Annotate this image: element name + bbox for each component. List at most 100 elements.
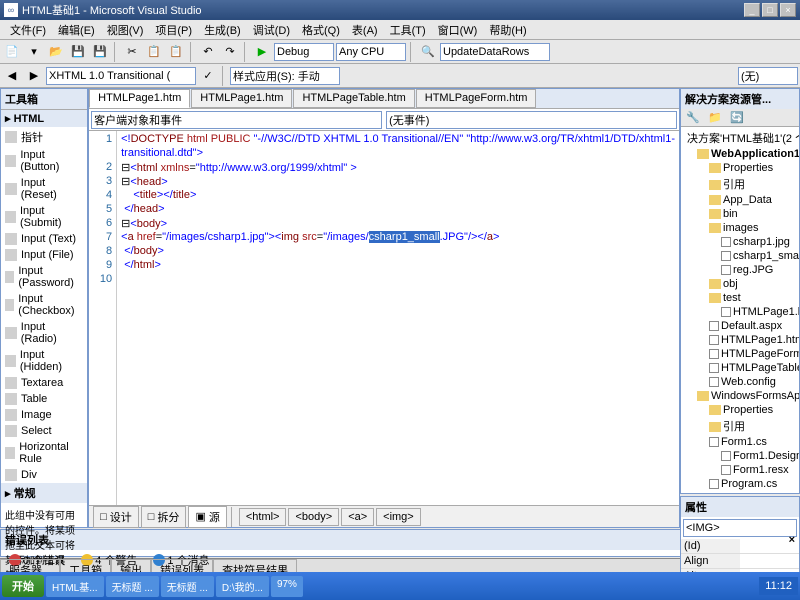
tree-node[interactable]: csharp1.jpg (683, 235, 797, 249)
platform-combo[interactable]: Any CPU (336, 43, 406, 61)
toolbox-item[interactable]: Input (Button) (1, 147, 87, 175)
code-text[interactable]: <!DOCTYPE html PUBLIC "-//W3C//DTD XHTML… (117, 131, 679, 505)
tree-node[interactable]: bin (683, 207, 797, 221)
redo-icon[interactable]: ↷ (220, 42, 240, 62)
tree-node[interactable]: HTMLPage1.htm (683, 305, 797, 319)
show-all-icon[interactable]: 📁 (705, 108, 725, 128)
toolbox-item[interactable]: Textarea (1, 375, 87, 391)
object-combo[interactable]: 客户端对象和事件 (91, 111, 382, 129)
cut-icon[interactable]: ✂ (122, 42, 142, 62)
tree-node[interactable]: App_Data (683, 193, 797, 207)
tree-node[interactable]: Web.config (683, 375, 797, 389)
toolbox-item[interactable]: Horizontal Rule (1, 439, 87, 467)
breadcrumb-tag[interactable]: <html> (239, 508, 287, 526)
save-all-icon[interactable]: 💾 (90, 42, 110, 62)
breadcrumb-tag[interactable]: <img> (376, 508, 421, 526)
toolbox-group[interactable]: ▸ HTML (1, 110, 87, 127)
document-tab[interactable]: HTMLPageTable.htm (293, 89, 414, 108)
document-tab[interactable]: HTMLPage1.htm (191, 89, 292, 108)
property-row[interactable]: Align (681, 554, 799, 569)
menu-item[interactable]: 视图(V) (101, 20, 150, 40)
nav-fwd-icon[interactable]: ▶ (24, 66, 44, 86)
toolbox-item[interactable]: Input (Radio) (1, 319, 87, 347)
tree-node[interactable]: WebApplication1 (683, 147, 797, 161)
start-button[interactable]: 开始 (2, 575, 44, 597)
menu-item[interactable]: 编辑(E) (52, 20, 101, 40)
breadcrumb-tag[interactable]: <a> (341, 508, 374, 526)
solution-root[interactable]: 决方案'HTML基础1'(2 个项目) (683, 129, 797, 147)
menu-item[interactable]: 帮助(H) (483, 20, 532, 40)
new-project-icon[interactable]: 📄 (2, 42, 22, 62)
taskbar-task[interactable]: D:\我的... (216, 576, 269, 597)
tree-node[interactable]: HTMLPageTable.htm (683, 361, 797, 375)
toolbox-item[interactable]: Image (1, 407, 87, 423)
toolbox-item[interactable]: Select (1, 423, 87, 439)
tree-node[interactable]: Properties (683, 161, 797, 175)
copy-icon[interactable]: 📋 (144, 42, 164, 62)
taskbar-task[interactable]: 无标题 ... (106, 576, 159, 597)
menu-item[interactable]: 调试(D) (247, 20, 296, 40)
save-icon[interactable]: 💾 (68, 42, 88, 62)
solution-tree[interactable]: 决方案'HTML基础1'(2 个项目) WebApplication1Prope… (681, 127, 799, 493)
menu-item[interactable]: 文件(F) (4, 20, 52, 40)
document-tab[interactable]: HTMLPageForm.htm (416, 89, 537, 108)
tree-node[interactable]: HTMLPageForm.htm (683, 347, 797, 361)
tree-node[interactable]: csharp1_small.JPG (683, 249, 797, 263)
tree-node[interactable]: 引用 (683, 175, 797, 193)
toolbox-item[interactable]: Input (Checkbox) (1, 291, 87, 319)
menu-item[interactable]: 窗口(W) (432, 20, 484, 40)
find-icon[interactable]: 🔍 (418, 42, 438, 62)
breadcrumb-tag[interactable]: <body> (288, 508, 339, 526)
toolbox-item[interactable]: Div (1, 467, 87, 483)
close-pane-icon[interactable]: × (789, 534, 795, 546)
tree-node[interactable]: WindowsFormsApplication1 (683, 389, 797, 403)
tree-node[interactable]: reg.JPG (683, 263, 797, 277)
config-combo[interactable]: Debug (274, 43, 334, 61)
validate-icon[interactable]: ✓ (198, 66, 218, 86)
menu-item[interactable]: 生成(B) (198, 20, 247, 40)
maximize-button[interactable]: □ (762, 3, 778, 17)
tree-node[interactable]: HTMLPage1.htm (683, 333, 797, 347)
tree-node[interactable]: images (683, 221, 797, 235)
tree-node[interactable]: obj (683, 277, 797, 291)
open-icon[interactable]: 📂 (46, 42, 66, 62)
toolbox-group[interactable]: ▸ 常规 (1, 483, 87, 503)
tree-node[interactable]: Program.cs (683, 477, 797, 491)
toolbox-item[interactable]: Input (Reset) (1, 175, 87, 203)
paste-icon[interactable]: 📋 (166, 42, 186, 62)
toolbox-item[interactable]: Input (File) (1, 247, 87, 263)
properties-object-combo[interactable]: <IMG> (683, 519, 797, 537)
toolbox-item[interactable]: Input (Text) (1, 231, 87, 247)
tree-node[interactable]: Default.aspx (683, 319, 797, 333)
menu-item[interactable]: 表(A) (346, 20, 384, 40)
start-debug-icon[interactable]: ▶ (252, 42, 272, 62)
split-tab[interactable]: □ 拆分 (141, 506, 187, 528)
minimize-button[interactable]: _ (744, 3, 760, 17)
taskbar-task[interactable]: 97% (271, 576, 303, 597)
menu-item[interactable]: 工具(T) (384, 20, 432, 40)
event-combo[interactable]: (无事件) (386, 111, 677, 129)
add-item-icon[interactable]: ▾ (24, 42, 44, 62)
close-button[interactable]: × (780, 3, 796, 17)
menu-item[interactable]: 格式(Q) (296, 20, 346, 40)
menu-item[interactable]: 项目(P) (149, 20, 198, 40)
font-combo[interactable]: (无) (738, 67, 798, 85)
document-tab[interactable]: HTMLPage1.htm (89, 89, 190, 108)
toolbox-item[interactable]: Input (Hidden) (1, 347, 87, 375)
tree-node[interactable]: Properties (683, 403, 797, 417)
property-row[interactable]: (Id) (681, 539, 799, 554)
tree-node[interactable]: Form1.cs (683, 435, 797, 449)
refresh-icon[interactable]: 🔄 (727, 108, 747, 128)
tree-node[interactable]: 引用 (683, 417, 797, 435)
tree-node[interactable]: Form1.Designer.cs (683, 449, 797, 463)
tree-node[interactable]: Form1.resx (683, 463, 797, 477)
tree-node[interactable]: test (683, 291, 797, 305)
undo-icon[interactable]: ↶ (198, 42, 218, 62)
run-target-combo[interactable]: UpdateDataRows (440, 43, 550, 61)
properties-icon[interactable]: 🔧 (683, 108, 703, 128)
source-tab[interactable]: ▣ 源 (188, 506, 226, 528)
style-app-combo[interactable]: 样式应用(S): 手动 (230, 67, 340, 85)
taskbar-task[interactable]: HTML基... (46, 576, 104, 597)
system-tray[interactable]: 11:12 (759, 577, 798, 595)
toolbox-item[interactable]: 指针 (1, 127, 87, 147)
